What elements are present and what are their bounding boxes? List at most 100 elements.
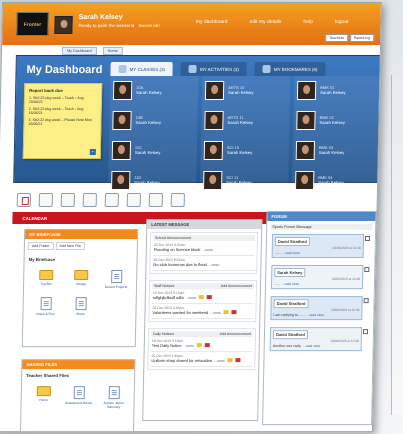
- activities-icon: [188, 65, 198, 74]
- sticky-note-title: Report back due: [29, 88, 63, 94]
- breadcrumb-home[interactable]: Home: [102, 47, 123, 56]
- reply-icon[interactable]: [363, 298, 369, 304]
- read-more-link[interactable]: ...read more: [283, 251, 300, 255]
- read-more-link[interactable]: ...read more: [282, 282, 299, 286]
- header-right-buttons: Teachers Parent log: [325, 34, 375, 43]
- calendar-icon[interactable]: [16, 193, 31, 208]
- edit-icon[interactable]: [199, 295, 205, 300]
- card-owner: Sarah Kelsey: [318, 150, 345, 156]
- add-file-button[interactable]: Add New File: [55, 242, 85, 251]
- class-card[interactable]: 10A Sarah Kelsey: [110, 76, 199, 104]
- screenshot-background: Fronter Sarah Kelsey Ready to paint the …: [0, 0, 403, 434]
- bookmark-card[interactable]: BMK 01 Sarah Kelsey: [294, 76, 382, 104]
- nav-my-dashboard[interactable]: my dashboard: [196, 19, 228, 25]
- read-more-link[interactable]: ...more: [184, 344, 195, 348]
- bookmark-card[interactable]: BMK 02 Sarah Kelsey: [293, 106, 382, 134]
- parent-log-button[interactable]: Parent log: [349, 34, 375, 43]
- edit-icon[interactable]: [227, 358, 233, 363]
- read-more-link[interactable]: ...more: [214, 359, 225, 363]
- bookmark-card[interactable]: BMK 04 Sarah Kelsey: [292, 166, 381, 194]
- card-owner: Sarah Kelsey: [319, 120, 346, 126]
- teacher-shared-files-panel: SHARED FILES Teacher Shared Files Home A…: [19, 359, 136, 433]
- delete-icon[interactable]: [205, 343, 211, 348]
- tab-my-classes[interactable]: MY CLASSES (3): [110, 62, 174, 77]
- edit-icon[interactable]: [197, 343, 203, 348]
- tab-my-activities[interactable]: MY ACTIVITIES (3): [180, 62, 248, 77]
- tab-my-bookmarks[interactable]: MY BOOKMARKS (6): [254, 62, 326, 77]
- document-icon[interactable]: [38, 193, 53, 208]
- activity-card[interactable]: ARTS 11 Sarah Kelsey: [201, 106, 290, 134]
- dashboard-toolbar: [16, 191, 337, 209]
- nav-logout[interactable]: logout: [335, 19, 349, 25]
- nav-help[interactable]: help: [303, 19, 313, 25]
- avatar: [203, 170, 223, 190]
- document-icon[interactable]: [60, 193, 75, 208]
- daily-notices-section: Daily Notices Add Announcement 19 Dec 201…: [147, 328, 257, 371]
- file-item[interactable]: Design: [67, 270, 95, 289]
- avatar: [296, 110, 316, 130]
- breadcrumb-my-dashboard[interactable]: My Dashboard: [61, 47, 97, 56]
- activity-card[interactable]: SCI 10 Sarah Kelsey: [201, 136, 290, 164]
- delete-icon[interactable]: [231, 310, 237, 315]
- file-label: Top Bits: [40, 282, 52, 287]
- reply-icon[interactable]: [362, 329, 369, 335]
- logo[interactable]: Fronter: [16, 12, 49, 37]
- forum-post[interactable]: David Stratford 23/06/2023 at 12:48......…: [271, 234, 371, 259]
- card-owner: Sarah Kelsey: [228, 90, 254, 96]
- item-text: No club tomorrow due to flood: [153, 262, 207, 268]
- avatar: [203, 140, 224, 160]
- read-more-link[interactable]: ...read more: [307, 313, 324, 317]
- file-item[interactable]: Assessment Books: [64, 386, 92, 409]
- bookmark-card[interactable]: BMK 03 Sarah Kelsey: [293, 136, 382, 164]
- add-announcement-link[interactable]: Add Announcement: [221, 284, 252, 288]
- post-author: David Stratford: [273, 299, 309, 309]
- reply-icon[interactable]: [364, 267, 370, 273]
- list-item: 19 Dec 2013 3:15pm sdfghjkdksdf sdfa ...mo…: [151, 289, 254, 305]
- item-text: Volunteers wanted for weekend: [152, 310, 209, 316]
- read-more-link[interactable]: ...more: [202, 248, 213, 252]
- document-icon[interactable]: [126, 193, 141, 208]
- read-more-link[interactable]: ...more: [209, 263, 220, 267]
- file-item[interactable]: Ancient Japan Summary: [99, 386, 127, 409]
- file-item[interactable]: Share: [66, 297, 94, 316]
- list-item: 20 Dec 2013 1:45pm Uniform shop closed fo…: [150, 352, 253, 368]
- status-link[interactable]: Saved ok!: [138, 23, 159, 28]
- read-more-link[interactable]: ...more: [210, 311, 221, 315]
- forum-post[interactable]: David Stratford 23/06/2023 at 12:48 Anothe…: [269, 327, 369, 352]
- staff-notices-section: Staff Notices Add Announcement 19 Dec 201…: [148, 280, 258, 323]
- add-note-button[interactable]: +: [89, 149, 96, 156]
- class-card[interactable]: 10B Sarah Kelsey: [109, 106, 198, 134]
- reply-icon[interactable]: [364, 236, 371, 242]
- document-icon[interactable]: [170, 193, 185, 208]
- panel-header: MY BRIEFCASE: [25, 230, 138, 240]
- section-title: Staff Notices: [153, 284, 175, 289]
- class-card[interactable]: 11C Sarah Kelsey: [109, 136, 198, 164]
- folder-icon[interactable]: [82, 193, 97, 208]
- card-owner: Sarah Kelsey: [226, 150, 253, 156]
- class-card[interactable]: 11D Sarah Kelsey: [108, 166, 197, 194]
- file-item[interactable]: Recent Projects: [102, 270, 130, 289]
- read-more-link[interactable]: ...more: [186, 296, 197, 300]
- read-more-link[interactable]: ...read more: [303, 344, 320, 348]
- add-folder-button[interactable]: Add Folder: [27, 242, 54, 251]
- add-announcement-link[interactable]: Add Announcement: [220, 332, 251, 336]
- document-icon[interactable]: [104, 193, 119, 208]
- briefcase-actions: Add Folder Add New File: [25, 239, 137, 253]
- file-item[interactable]: Home: [29, 386, 57, 409]
- delete-icon[interactable]: [207, 295, 213, 300]
- list-item: 20 Dec 2013 2:15pm Volunteers wanted for …: [151, 304, 254, 320]
- forum-post[interactable]: Sarah Kelsey 23/06/2023 at 12:48.........…: [270, 265, 370, 290]
- forum-thread: Sports Forum Message David Stratford 23/0…: [264, 221, 375, 361]
- activity-card[interactable]: SCI 11 Sarah Kelsey: [200, 166, 289, 194]
- teachers-button[interactable]: Teachers: [325, 34, 348, 43]
- activity-card[interactable]: ARTS 10 Sarah Kelsey: [202, 76, 291, 104]
- nav-edit-my-details[interactable]: edit my details: [249, 19, 281, 25]
- sticky-note-item: 1. Sb2-22 pkg week – Teach - Aug 15/06/2…: [28, 96, 84, 105]
- delete-icon[interactable]: [235, 358, 241, 363]
- avatar: [204, 80, 225, 100]
- file-item[interactable]: Notes & Pics: [31, 297, 59, 316]
- edit-icon[interactable]: [223, 310, 229, 315]
- document-icon[interactable]: [148, 193, 163, 208]
- forum-post[interactable]: David Stratford 23/06/2023 at 12:48 I am r…: [270, 296, 369, 321]
- file-item[interactable]: Top Bits: [32, 270, 60, 289]
